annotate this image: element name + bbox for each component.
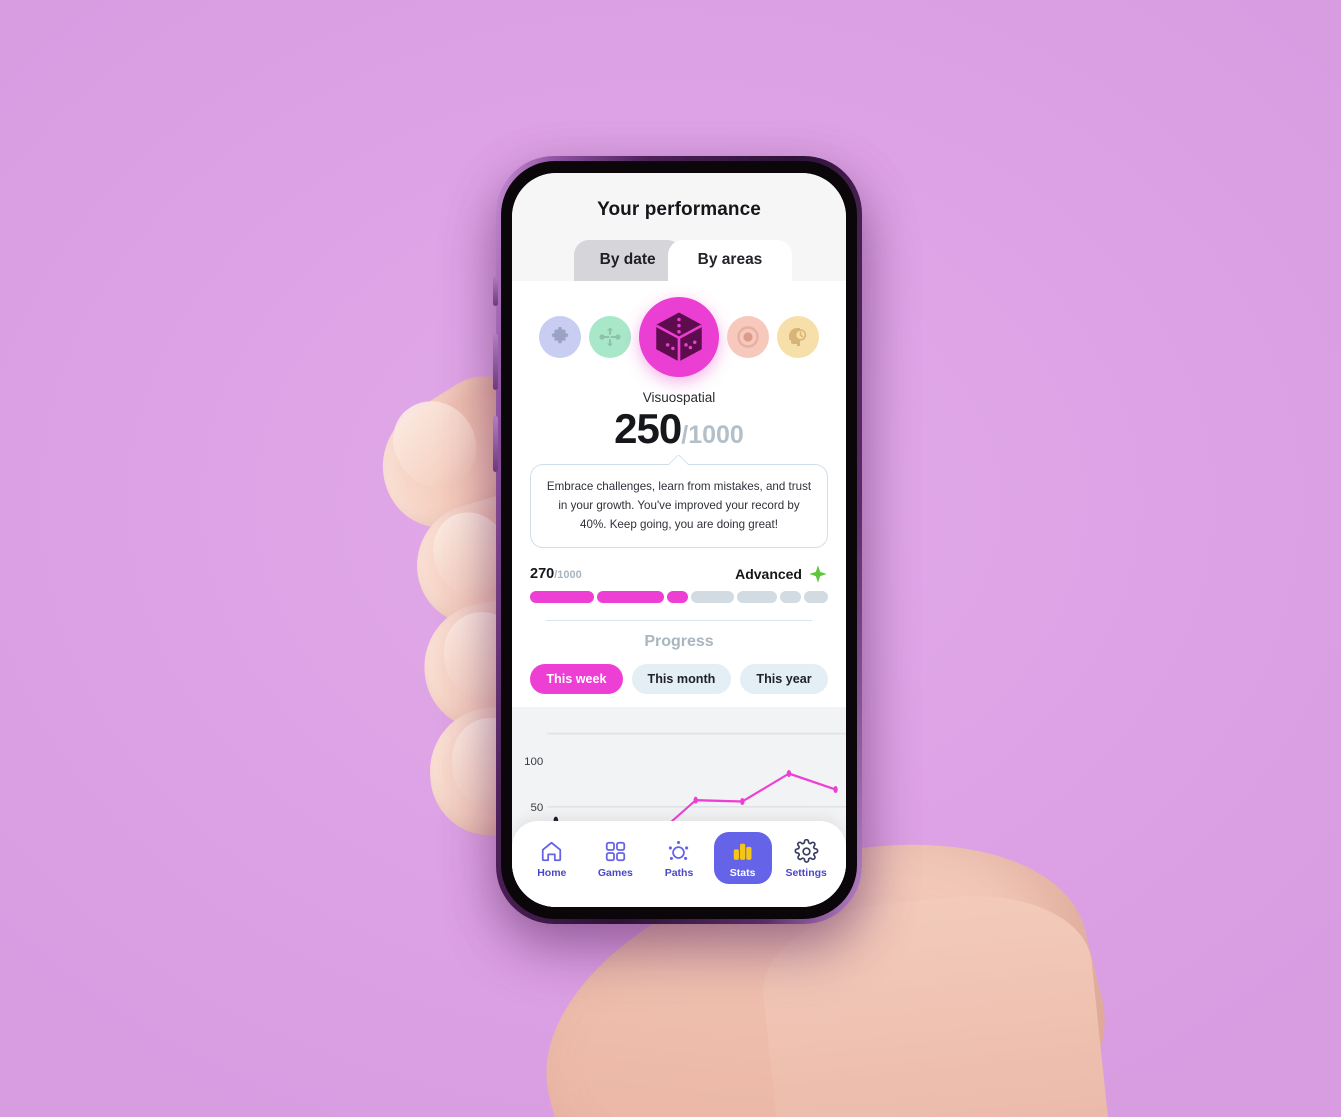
area-item-visuospatial[interactable] [639,297,719,377]
score-total: /1000 [681,421,744,449]
level-score-total: /1000 [554,569,582,582]
nav-item-home[interactable]: Home [523,832,581,884]
nav-label-games: Games [597,867,633,879]
nav-item-settings[interactable]: Settings [777,832,835,884]
range-this-year[interactable]: This year [740,664,828,695]
section-divider [546,620,812,622]
motivation-callout: Embrace challenges, learn from mistakes,… [530,453,828,549]
progress-segment [736,591,777,604]
puzzle-icon [551,326,569,344]
phone-bezel: Your performance By date By areas Visuos… [501,161,857,919]
progress-segment [597,591,664,604]
app-content: Visuospatial 250/1000 Embrace challenges… [512,281,846,907]
y-tick-100: 100 [524,756,543,768]
nav-label-settings: Settings [785,867,827,879]
target-icon [737,326,759,348]
mute-switch[interactable] [493,276,498,306]
nav-label-stats: Stats [729,867,756,879]
selected-area-name: Visuospatial [642,390,716,405]
phone-screen: Your performance By date By areas Visuos… [512,173,846,907]
sparkle-icon [809,565,827,584]
nav-item-stats[interactable]: Stats [713,832,772,884]
bottom-navigation: Home Games Paths Stats Settings [512,821,846,907]
paths-icon [669,840,689,860]
level-score: 270 [530,566,555,583]
progress-segment [779,591,801,604]
level-badge-group: Advanced [735,564,828,584]
flexibility-icon [599,327,621,347]
gear-icon [794,839,819,863]
progress-segment [804,591,828,604]
y-tick-50: 50 [531,802,544,814]
area-selector [512,281,846,381]
nav-label-paths: Paths [664,867,694,879]
nav-item-paths[interactable]: Paths [650,832,708,884]
progress-heading: Progress [644,633,714,651]
tab-by-areas[interactable]: By areas [667,240,793,281]
tab-bar: By date By areas [512,240,846,281]
volume-up-button[interactable] [493,334,498,390]
callout-text: Embrace challenges, learn from mistakes,… [546,480,812,531]
callout-container: Embrace challenges, learn from mistakes,… [512,450,846,549]
area-item-memory[interactable] [777,316,819,358]
level-score-group: 270/1000 [530,565,582,583]
callout-arrow [667,453,690,476]
range-selector: This week This month This year [512,664,846,707]
score-value: 250 [614,405,682,452]
nav-label-home: Home [537,867,567,879]
range-this-month[interactable]: This month [631,664,732,695]
progress-segment [666,591,688,604]
level-section: 270/1000 Advanced [512,548,846,604]
page-title: Your performance [597,199,761,220]
nav-item-games[interactable]: Games [586,832,644,884]
tab-by-date[interactable]: By date [573,240,682,281]
cube-icon [655,312,703,362]
bar-chart-icon [733,843,752,860]
app-header: Your performance By date By areas [512,173,846,281]
level-progress-bar [530,591,828,604]
area-item-puzzle[interactable] [539,316,581,358]
level-name: Advanced [735,566,802,583]
progress-segment [691,591,734,604]
level-header: 270/1000 Advanced [530,564,828,584]
range-this-week[interactable]: This week [530,664,623,695]
area-item-flexibility[interactable] [589,316,631,358]
phone-device: Your performance By date By areas Visuos… [493,156,862,924]
head-clock-icon [788,328,807,346]
home-icon [542,841,562,862]
volume-down-button[interactable] [493,416,498,472]
score-display: 250/1000 [512,408,846,450]
area-item-focus[interactable] [727,316,769,358]
progress-segment [530,591,594,604]
grid-icon [605,841,626,862]
